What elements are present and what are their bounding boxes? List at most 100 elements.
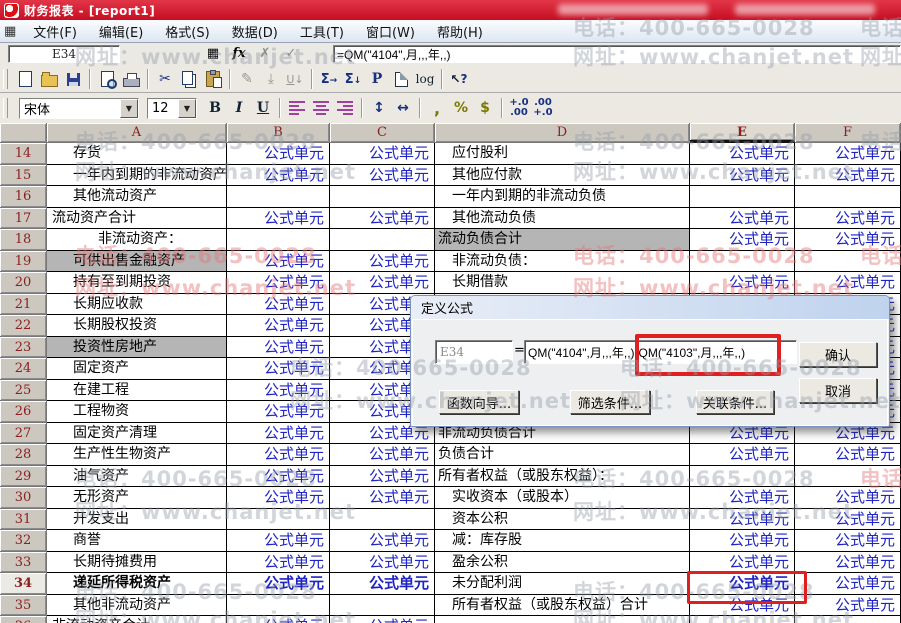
- menu-item-4[interactable]: 工具(T): [289, 20, 355, 42]
- cut-icon[interactable]: ✂: [153, 68, 177, 90]
- cell-D16[interactable]: 一年内到期的非流动负债: [435, 186, 690, 208]
- confirm-button[interactable]: 确认: [799, 342, 877, 367]
- row-header-32[interactable]: 32: [0, 530, 47, 552]
- cell-F30[interactable]: 公式单元: [795, 487, 901, 509]
- row-header-18[interactable]: 18: [0, 229, 47, 251]
- menu-item-6[interactable]: 帮助(H): [426, 20, 494, 42]
- row-header-14[interactable]: 14: [0, 143, 47, 165]
- cell-B18[interactable]: [227, 229, 330, 251]
- cell-E19[interactable]: [690, 251, 795, 273]
- cell-B26[interactable]: 公式单元: [227, 401, 330, 423]
- cell-E29[interactable]: [690, 466, 795, 488]
- row-header-33[interactable]: 33: [0, 552, 47, 574]
- open-icon[interactable]: [37, 68, 61, 90]
- cell-A22[interactable]: 长期股权投资: [47, 315, 227, 337]
- toolbar-handle[interactable]: [3, 98, 8, 118]
- align-left-icon[interactable]: [285, 97, 309, 119]
- protect-icon[interactable]: P: [365, 68, 389, 90]
- cell-C36[interactable]: 公式单元: [330, 616, 435, 623]
- cell-B21[interactable]: 公式单元: [227, 294, 330, 316]
- cell-F18[interactable]: 公式单元: [795, 229, 901, 251]
- cell-F20[interactable]: 公式单元: [795, 272, 901, 294]
- dialog-title-bar[interactable]: 定义公式: [411, 296, 889, 319]
- cell-D36[interactable]: [435, 616, 690, 623]
- row-header-16[interactable]: 16: [0, 186, 47, 208]
- cell-D30[interactable]: 实收资本（或股本）: [435, 487, 690, 509]
- cell-E14[interactable]: 公式单元: [690, 143, 795, 165]
- row-header-36[interactable]: 36: [0, 616, 47, 623]
- cell-F14[interactable]: 公式单元: [795, 143, 901, 165]
- cell-B35[interactable]: [227, 595, 330, 617]
- cell-C28[interactable]: 公式单元: [330, 444, 435, 466]
- row-header-35[interactable]: 35: [0, 595, 47, 617]
- cell-A23[interactable]: 投资性房地产: [47, 337, 227, 359]
- cell-A32[interactable]: 商誉: [47, 530, 227, 552]
- clear-page-icon[interactable]: [389, 68, 413, 90]
- paste-icon[interactable]: [201, 68, 225, 90]
- row-header-26[interactable]: 26: [0, 401, 47, 423]
- sum-row-icon[interactable]: Σ→: [317, 68, 341, 90]
- cell-D17[interactable]: 其他流动负债: [435, 208, 690, 230]
- cell-F17[interactable]: 公式单元: [795, 208, 901, 230]
- sum-col-icon[interactable]: Σ↓: [341, 68, 365, 90]
- cell-A19[interactable]: 可供出售金融资产: [47, 251, 227, 273]
- cell-F16[interactable]: [795, 186, 901, 208]
- toolbar-handle[interactable]: [3, 69, 8, 89]
- cell-A15[interactable]: 一年内到期的非流动资产: [47, 165, 227, 187]
- cell-D29[interactable]: 所有者权益（或股东权益）：: [435, 466, 690, 488]
- cell-B24[interactable]: 公式单元: [227, 358, 330, 380]
- formula-input[interactable]: [333, 45, 901, 63]
- cell-C20[interactable]: 公式单元: [330, 272, 435, 294]
- column-header-B[interactable]: B: [227, 123, 330, 143]
- remove-decimal-icon[interactable]: .00 +.0: [531, 97, 555, 119]
- cell-F29[interactable]: [795, 466, 901, 488]
- cell-B33[interactable]: 公式单元: [227, 552, 330, 574]
- add-decimal-icon[interactable]: +.0 .00: [507, 97, 531, 119]
- cell-C17[interactable]: 公式单元: [330, 208, 435, 230]
- row-header-25[interactable]: 25: [0, 380, 47, 402]
- underline-icon[interactable]: U: [251, 97, 275, 119]
- cancel-icon[interactable]: ✗: [253, 44, 277, 62]
- cell-A20[interactable]: 持有至到期投资: [47, 272, 227, 294]
- row-height-icon[interactable]: ↕: [367, 97, 391, 119]
- italic-icon[interactable]: I: [227, 97, 251, 119]
- cell-D35[interactable]: 所有者权益（或股东权益）合计: [435, 595, 690, 617]
- cell-E33[interactable]: 公式单元: [690, 552, 795, 574]
- cell-A14[interactable]: 存货: [47, 143, 227, 165]
- cell-F15[interactable]: 公式单元: [795, 165, 901, 187]
- cell-A25[interactable]: 在建工程: [47, 380, 227, 402]
- cell-A33[interactable]: 长期待摊费用: [47, 552, 227, 574]
- cell-B34[interactable]: 公式单元: [227, 573, 330, 595]
- chevron-down-icon[interactable]: ▼: [178, 99, 196, 118]
- menu-item-3[interactable]: 数据(D): [221, 20, 289, 42]
- row-header-17[interactable]: 17: [0, 208, 47, 230]
- cell-E36[interactable]: [690, 616, 795, 623]
- cell-B25[interactable]: 公式单元: [227, 380, 330, 402]
- print-preview-icon[interactable]: [95, 68, 119, 90]
- cell-C15[interactable]: 公式单元: [330, 165, 435, 187]
- menu-item-5[interactable]: 窗口(W): [355, 20, 426, 42]
- function-wizard-button[interactable]: 函数向导...: [439, 390, 519, 414]
- cell-name-box[interactable]: [8, 45, 120, 63]
- cell-D15[interactable]: 其他应付款: [435, 165, 690, 187]
- row-header-23[interactable]: 23: [0, 337, 47, 359]
- cell-B15[interactable]: 公式单元: [227, 165, 330, 187]
- cell-E15[interactable]: 公式单元: [690, 165, 795, 187]
- keypad-icon[interactable]: ▦: [201, 44, 225, 62]
- select-all-corner[interactable]: [0, 123, 47, 143]
- column-header-A[interactable]: A: [47, 123, 227, 143]
- cell-C16[interactable]: [330, 186, 435, 208]
- cell-A26[interactable]: 工程物资: [47, 401, 227, 423]
- cell-F36[interactable]: [795, 616, 901, 623]
- cell-B16[interactable]: [227, 186, 330, 208]
- cell-B36[interactable]: 公式单元: [227, 616, 330, 623]
- menu-item-1[interactable]: 编辑(E): [88, 20, 154, 42]
- confirm-icon[interactable]: ✓: [279, 44, 303, 62]
- row-header-29[interactable]: 29: [0, 466, 47, 488]
- cell-B30[interactable]: 公式单元: [227, 487, 330, 509]
- cell-F35[interactable]: 公式单元: [795, 595, 901, 617]
- filter-condition-button[interactable]: 筛选条件...: [570, 390, 650, 414]
- cell-F33[interactable]: 公式单元: [795, 552, 901, 574]
- row-header-20[interactable]: 20: [0, 272, 47, 294]
- copy-icon[interactable]: [177, 68, 201, 90]
